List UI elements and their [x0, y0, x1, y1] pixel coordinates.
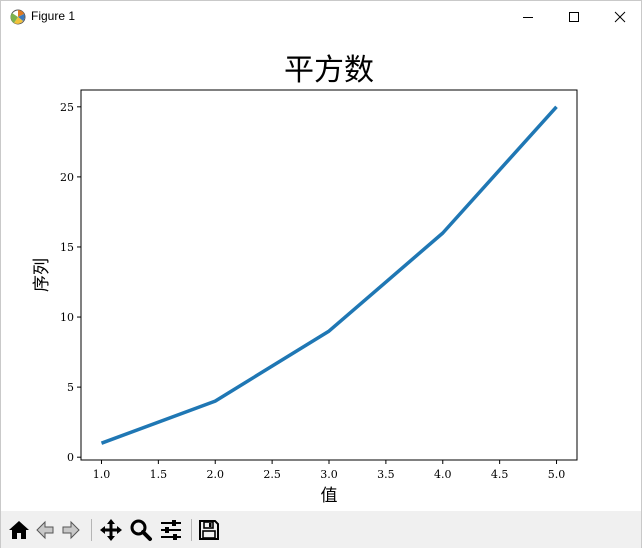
x-tick-label: 1.0	[93, 468, 111, 481]
x-tick-label: 4.0	[434, 468, 452, 481]
x-tick-label: 4.5	[491, 468, 509, 481]
series-line	[100, 105, 558, 445]
y-tick-label: 0	[67, 451, 74, 464]
x-tick-label: 3.0	[320, 468, 338, 481]
close-icon	[614, 11, 626, 22]
zoom-icon	[130, 519, 152, 541]
save-icon	[199, 520, 219, 540]
close-button[interactable]	[597, 1, 642, 32]
pan-button[interactable]	[98, 517, 124, 543]
series-layer	[100, 105, 558, 445]
minimize-button[interactable]	[505, 1, 551, 32]
figure-canvas[interactable]: 平方数 1.0 1.5 2.0 2.5 3.0 3.5 4.0 4.5 5.0 0 5 10 15 20…	[1, 32, 641, 511]
maximize-button[interactable]	[551, 1, 597, 32]
y-tick-label: 15	[60, 241, 74, 254]
title-bar[interactable]: Figure 1	[1, 1, 641, 32]
configure-subplots-icon	[161, 520, 181, 540]
zoom-button[interactable]	[128, 517, 154, 543]
toolbar-separator	[191, 519, 192, 541]
configure-subplots-button[interactable]	[158, 517, 184, 543]
y-axis-ticks: 0 5 10 15 20 25	[60, 101, 81, 464]
forward-button[interactable]	[58, 517, 84, 543]
y-axis-label: 序列	[32, 258, 52, 292]
chart-title: 平方数	[284, 53, 374, 88]
home-icon	[9, 521, 29, 539]
minimize-icon	[523, 16, 533, 18]
figure-window: Figure 1 平方数 1.0 1.5 2.0 2.5 3.0 3.5 4.0 4.5 5.0…	[0, 0, 642, 548]
navigation-toolbar	[1, 511, 641, 548]
axes-frame	[80, 89, 578, 461]
x-axis-ticks: 1.0 1.5 2.0 2.5 3.0 3.5 4.0 4.5 5.0	[93, 460, 566, 481]
forward-icon	[62, 520, 80, 540]
line-chart[interactable]: 平方数 1.0 1.5 2.0 2.5 3.0 3.5 4.0 4.5 5.0 0 5 10 15 20…	[1, 32, 641, 511]
x-tick-label: 2.0	[206, 468, 224, 481]
window-title: Figure 1	[31, 9, 76, 23]
x-tick-label: 3.5	[377, 468, 395, 481]
x-axis-label: 值	[321, 486, 338, 506]
toolbar-separator	[91, 519, 92, 541]
pan-icon	[100, 519, 122, 541]
x-tick-label: 5.0	[548, 468, 566, 481]
x-tick-label: 2.5	[263, 468, 281, 481]
y-tick-label: 10	[60, 311, 74, 324]
matplotlib-app-icon	[9, 8, 27, 26]
maximize-icon	[569, 11, 579, 22]
back-icon	[36, 520, 54, 540]
back-button[interactable]	[32, 517, 58, 543]
y-tick-label: 20	[60, 171, 74, 184]
x-tick-label: 1.5	[150, 468, 168, 481]
save-button[interactable]	[196, 517, 222, 543]
y-tick-label: 5	[67, 381, 74, 394]
y-tick-label: 25	[60, 101, 74, 114]
home-button[interactable]	[6, 517, 32, 543]
